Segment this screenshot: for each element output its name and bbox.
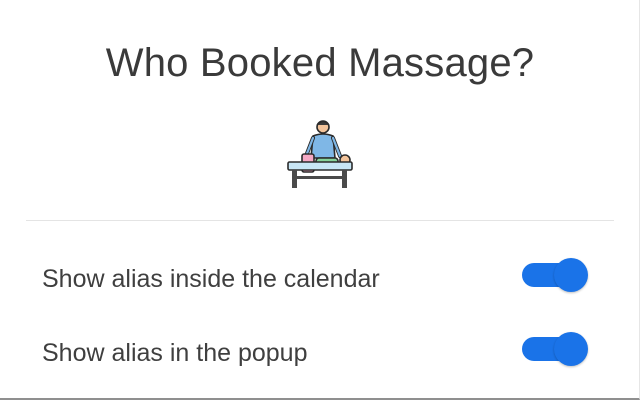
- options-popup: Who Booked Massage? Show alias inside th…: [0, 0, 640, 400]
- setting-row-show-alias-calendar: Show alias inside the calendar: [42, 258, 602, 298]
- toggle-knob: [554, 332, 588, 366]
- setting-label: Show alias inside the calendar: [42, 265, 380, 293]
- page-title: Who Booked Massage?: [105, 41, 535, 85]
- setting-row-show-alias-popup: Show alias in the popup: [42, 332, 602, 372]
- setting-label: Show alias in the popup: [42, 339, 308, 367]
- toggle-knob: [554, 258, 588, 292]
- show-alias-popup-toggle[interactable]: [520, 332, 590, 366]
- massage-therapist-icon: [287, 120, 353, 188]
- show-alias-calendar-toggle[interactable]: [520, 258, 590, 292]
- divider: [26, 220, 614, 221]
